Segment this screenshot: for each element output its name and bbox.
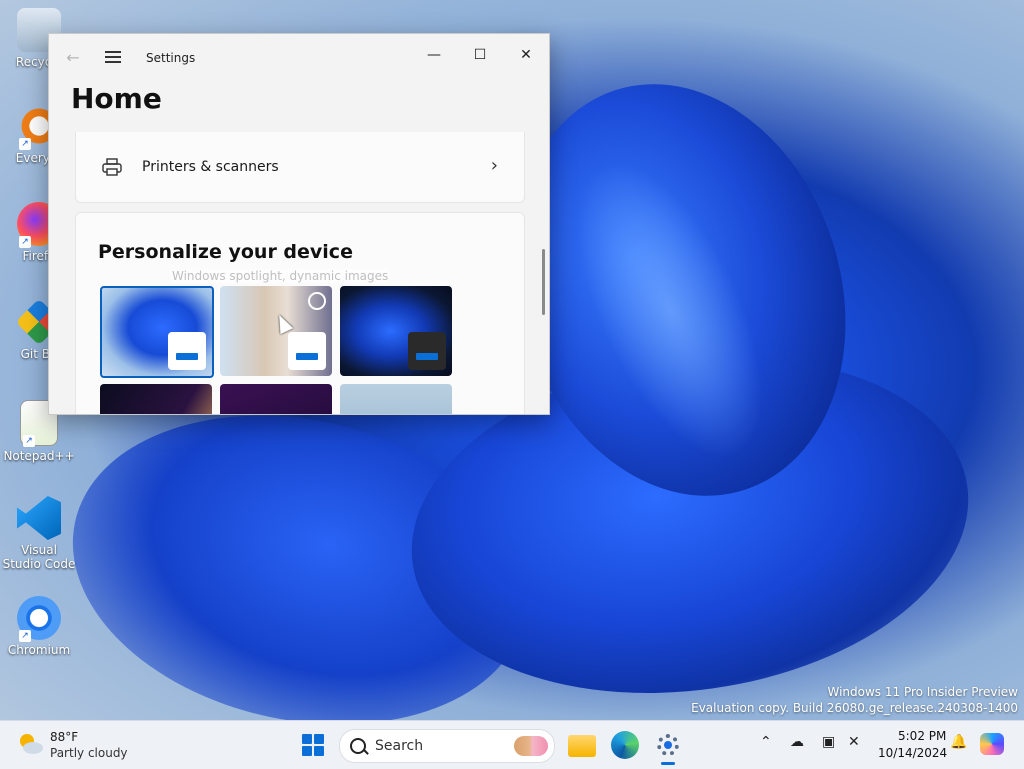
printers-scanners-link[interactable]: Printers & scanners › (75, 132, 525, 203)
personalize-card: Personalize your device Windows spotligh… (75, 212, 525, 414)
watermark-line: Evaluation copy. Build 26080.ge_release.… (691, 701, 1018, 715)
taskbar-search[interactable]: Search (339, 729, 555, 763)
shortcut-arrow-icon: ↗ (19, 138, 31, 150)
settings-app-button[interactable] (653, 730, 683, 765)
desktop-icon-label: Visual Studio Code (2, 543, 76, 571)
desktop-icon-vscode[interactable]: Visual Studio Code (2, 496, 76, 571)
back-arrow-icon[interactable]: ← (63, 48, 83, 68)
theme-thumbnail-spotlight[interactable] (220, 286, 332, 376)
theme-thumbnail-windows-dark[interactable] (340, 286, 452, 376)
active-app-indicator (661, 762, 675, 765)
close-button[interactable]: ✕ (503, 40, 549, 70)
printer-icon (102, 158, 122, 176)
theme-thumbnail-glow[interactable] (100, 384, 212, 414)
vscode-icon (17, 496, 61, 540)
gear-icon (657, 734, 679, 756)
spotlight-icon (308, 292, 326, 310)
edge-icon[interactable] (611, 731, 639, 759)
search-label: Search (375, 738, 424, 754)
start-button[interactable] (302, 734, 324, 756)
window-title: Settings (146, 51, 196, 65)
shortcut-arrow-icon: ↗ (19, 236, 31, 248)
notification-bell-icon[interactable]: 🔔 (950, 734, 967, 750)
partly-cloudy-icon (20, 734, 43, 754)
desktop-icon-label: Chromium (7, 643, 71, 657)
theme-thumbnail-sunrise[interactable] (340, 384, 452, 414)
chromium-icon: ↗ (17, 596, 61, 642)
file-explorer-icon[interactable] (568, 735, 596, 757)
os-watermark: Windows 11 Pro Insider Preview Evaluatio… (691, 684, 1018, 716)
chevron-up-icon[interactable]: ⌃ (760, 734, 772, 750)
maximize-button[interactable]: ☐ (457, 40, 503, 70)
hamburger-menu-icon[interactable] (103, 48, 123, 68)
weather-description: Partly cloudy (50, 746, 128, 760)
network-icon[interactable]: ▣ (822, 734, 835, 750)
desktop-icon-label: Notepad++ (3, 449, 75, 463)
search-icon (350, 738, 366, 754)
scrollbar-thumb[interactable] (542, 249, 545, 315)
watermark-line: Windows 11 Pro Insider Preview (827, 685, 1018, 699)
page-title: Home (71, 82, 162, 115)
weather-temperature: 88°F (50, 730, 79, 744)
theme-taskbar-preview (168, 332, 206, 370)
minimize-button[interactable]: — (411, 40, 457, 70)
copilot-icon[interactable] (980, 733, 1004, 755)
taskbar: 88°F Partly cloudy Search ⌃ ☁ ▣ ✕ 5:02 P… (0, 720, 1024, 769)
desktop-icon-chromium[interactable]: ↗ Chromium (2, 596, 76, 657)
clock-date[interactable]: 10/14/2024 (878, 746, 947, 760)
clock-time[interactable]: 5:02 PM (898, 729, 946, 743)
title-bar[interactable]: ← Settings — ☐ ✕ (49, 34, 549, 82)
theme-taskbar-preview (288, 332, 326, 370)
theme-tooltip: Windows spotlight, dynamic images (170, 269, 391, 283)
theme-thumbnail-windows-light[interactable] (100, 286, 214, 378)
theme-taskbar-preview (408, 332, 446, 370)
theme-thumbnail-captured-motion[interactable] (220, 384, 332, 414)
volume-mute-icon[interactable]: ✕ (848, 734, 860, 750)
shortcut-arrow-icon: ↗ (23, 435, 35, 447)
shortcut-arrow-icon: ↗ (19, 630, 31, 642)
chevron-right-icon: › (490, 155, 498, 176)
onedrive-icon[interactable]: ☁ (790, 734, 804, 750)
settings-window[interactable]: ← Settings — ☐ ✕ Home Printers & scanner… (48, 33, 550, 415)
search-highlight-icon (514, 736, 548, 756)
printers-scanners-label: Printers & scanners (142, 159, 279, 175)
personalize-title: Personalize your device (98, 241, 353, 263)
